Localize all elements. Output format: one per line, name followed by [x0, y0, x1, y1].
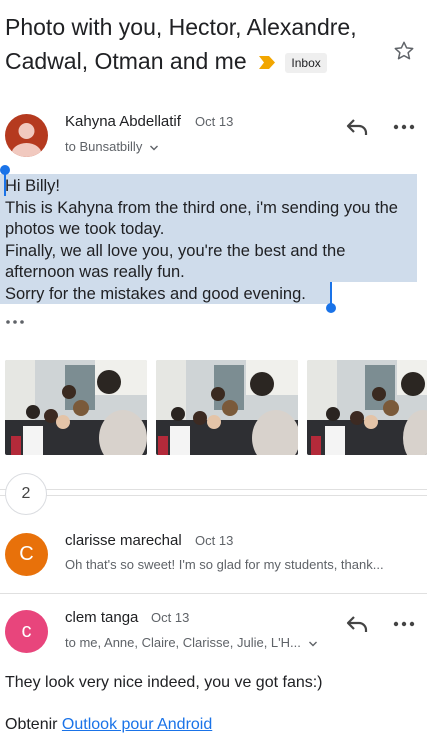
outlook-link[interactable]: Outlook pour Android [62, 716, 212, 733]
message-date: Oct 13 [151, 610, 190, 625]
collapsed-count[interactable]: 2 [5, 473, 47, 515]
avatar-letter[interactable]: C [5, 533, 48, 576]
signature: Obtenir Outlook pour Android [5, 716, 212, 734]
star-icon[interactable] [393, 40, 415, 62]
collapsed-divider-top [0, 489, 427, 490]
more-icon[interactable] [391, 114, 417, 140]
more-icon[interactable] [391, 611, 417, 637]
sender-name[interactable]: clarisse marechal [65, 532, 182, 549]
photo-attachment-3[interactable] [307, 360, 427, 455]
subject: Photo with you, Hector, Alexandre, Cadwa… [5, 10, 385, 78]
show-trimmed-content-icon[interactable] [5, 317, 25, 327]
signature-prefix: Obtenir [5, 716, 58, 733]
person-icon [11, 123, 42, 157]
message-date: Oct 13 [195, 533, 234, 548]
important-marker-icon[interactable] [259, 56, 276, 70]
photo-attachment-2[interactable] [156, 360, 298, 455]
message-body[interactable]: Hi Billy! This is Kahyna from the third … [5, 176, 417, 305]
reply-icon[interactable] [344, 611, 370, 637]
avatar[interactable] [5, 114, 48, 157]
label-chip[interactable]: Inbox [285, 52, 327, 73]
sender-name[interactable]: clem tanga [65, 609, 138, 626]
photo-attachment-1[interactable] [5, 360, 147, 455]
recipient-line[interactable]: to me, Anne, Claire, Clarisse, Julie, L'… [65, 635, 318, 650]
message-body[interactable]: They look very nice indeed, you ve got f… [5, 674, 323, 692]
sender-name[interactable]: Kahyna Abdellatif [65, 113, 181, 130]
chevron-down-icon [309, 641, 318, 647]
selection-end-handle[interactable] [326, 303, 336, 313]
reply-icon[interactable] [344, 114, 370, 140]
recipient-line[interactable]: to Bunsatbilly [65, 139, 159, 154]
collapsed-divider-bottom [0, 495, 427, 496]
message-date: Oct 13 [195, 114, 234, 129]
recipient-text: to me, Anne, Claire, Clarisse, Julie, L'… [65, 635, 301, 650]
recipient-text: to Bunsatbilly [65, 139, 143, 154]
avatar-letter[interactable]: c [5, 610, 48, 653]
message-snippet[interactable]: Oh that's so sweet! I'm so glad for my s… [65, 557, 410, 572]
message-divider [0, 593, 427, 594]
chevron-down-icon [149, 145, 158, 151]
